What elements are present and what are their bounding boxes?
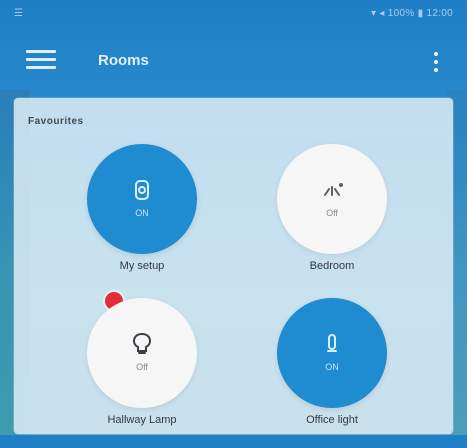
status-left: ☰ — [14, 8, 23, 19]
device-name: My setup — [119, 260, 165, 272]
light-icon — [312, 328, 352, 360]
menu-button[interactable] — [26, 44, 56, 74]
device-toggle[interactable]: Off — [87, 298, 197, 408]
section-title: Favourites — [28, 116, 84, 127]
device-name: Bedroom — [309, 260, 355, 272]
device-state: ON — [325, 362, 339, 372]
device-hallway-lamp[interactable]: Off Hallway Lamp — [47, 292, 237, 448]
bulb-icon — [122, 328, 162, 360]
device-toggle[interactable]: ON — [87, 144, 197, 254]
device-toggle[interactable]: ON — [277, 298, 387, 408]
more-icon-dot — [434, 68, 438, 72]
device-state: Off — [136, 362, 148, 372]
device-name: Hallway Lamp — [107, 414, 177, 426]
menu-icon-line — [26, 57, 56, 61]
device-name: Office light — [306, 414, 358, 426]
device-bedroom[interactable]: Off Bedroom — [237, 144, 427, 294]
plug-icon — [122, 174, 162, 206]
device-my-setup[interactable]: ON My setup — [47, 144, 237, 294]
fan-icon — [312, 174, 352, 206]
page-title: Rooms — [98, 52, 149, 69]
menu-icon — [26, 49, 56, 53]
status-right: ▾ ◂ 100% ▮ 12:00 — [370, 8, 453, 19]
device-office-light[interactable]: ON Office light — [237, 298, 427, 448]
overflow-menu-button[interactable] — [429, 46, 443, 78]
favourites-panel: Favourites ON My setup Off Bedroom Off H… — [14, 98, 453, 434]
menu-icon-line — [26, 65, 56, 69]
device-state: Off — [326, 208, 338, 218]
more-icon — [434, 52, 438, 56]
device-toggle[interactable]: Off — [277, 144, 387, 254]
device-state: ON — [135, 208, 149, 218]
status-bar: ☰ ▾ ◂ 100% ▮ 12:00 — [0, 0, 467, 26]
more-icon-dot — [434, 60, 438, 64]
app-bar: Rooms — [0, 26, 467, 96]
